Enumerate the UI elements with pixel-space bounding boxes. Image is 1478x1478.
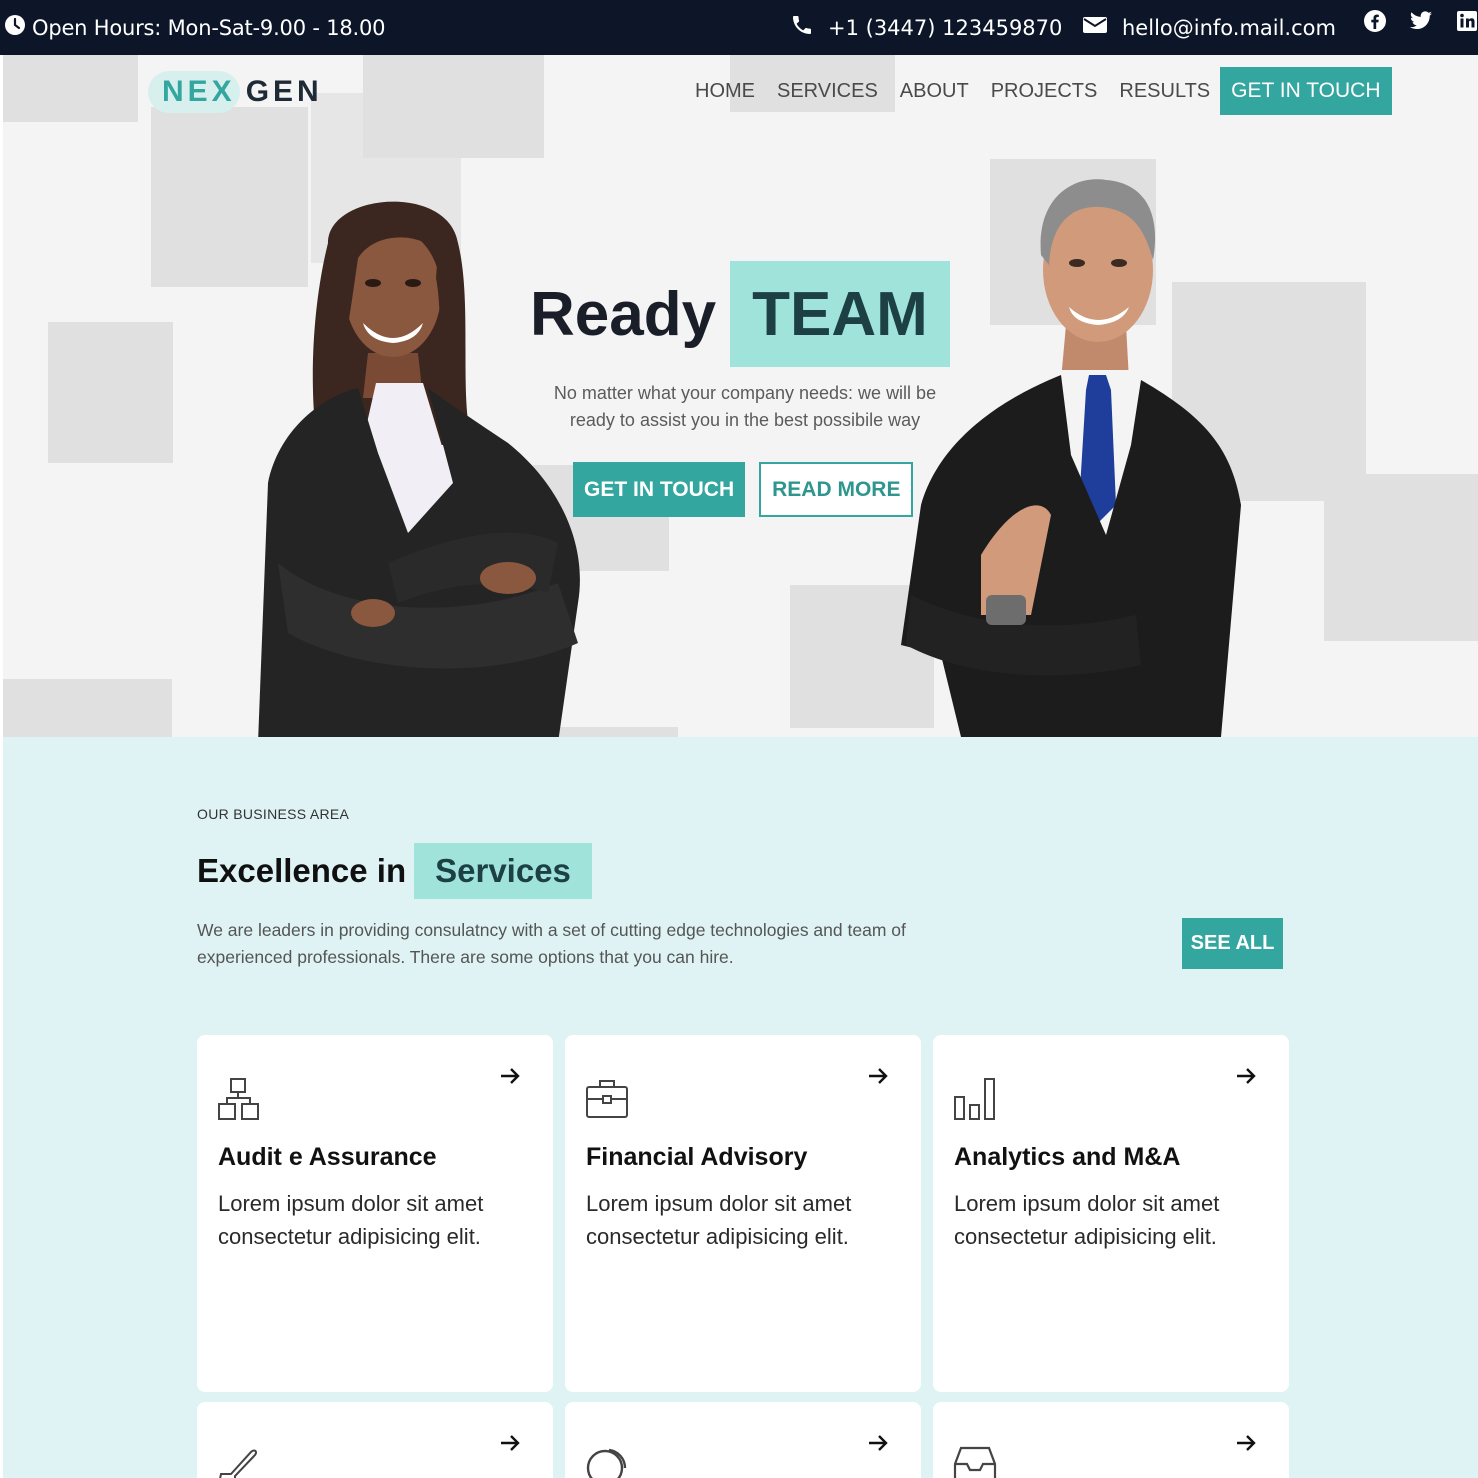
service-card-4[interactable] bbox=[197, 1402, 553, 1478]
section-title-highlight: Services bbox=[414, 843, 592, 899]
card-title: Analytics and M&A bbox=[954, 1143, 1181, 1171]
bar-chart-icon bbox=[954, 1078, 995, 1120]
clock-icon bbox=[4, 14, 26, 41]
social-links bbox=[1362, 8, 1478, 34]
background-square bbox=[3, 679, 172, 737]
read-more-button[interactable]: READ MORE bbox=[759, 462, 914, 517]
get-in-touch-button[interactable]: GET IN TOUCH bbox=[573, 462, 746, 517]
see-all-button[interactable]: SEE ALL bbox=[1182, 918, 1283, 969]
card-title: Audit e Assurance bbox=[218, 1143, 437, 1171]
section-eyebrow: OUR BUSINESS AREA bbox=[197, 806, 350, 822]
section-title: Excellence in Services bbox=[197, 843, 592, 899]
service-card-6[interactable] bbox=[933, 1402, 1289, 1478]
hero-buttons: GET IN TOUCH READ MORE bbox=[573, 462, 914, 517]
logo[interactable]: NEX GEN bbox=[148, 69, 323, 115]
mail-icon bbox=[1082, 15, 1108, 40]
hero-subtitle: No matter what your company needs: we wi… bbox=[553, 383, 937, 430]
hero-section: NEX GEN HOME SERVICES ABOUT PROJECTS RES… bbox=[3, 55, 1478, 737]
arrow-right-icon[interactable] bbox=[499, 1432, 521, 1454]
logo-text-primary: NEX bbox=[162, 75, 236, 108]
arrow-right-icon[interactable] bbox=[867, 1065, 889, 1087]
email-address: hello@info.mail.com bbox=[1122, 15, 1336, 40]
phone-number: +1 (3447) 123459870 bbox=[828, 15, 1063, 40]
nav-item-services[interactable]: SERVICES bbox=[777, 80, 878, 103]
plane-icon bbox=[219, 1449, 258, 1478]
arrow-right-icon[interactable] bbox=[867, 1432, 889, 1454]
linkedin-icon[interactable] bbox=[1454, 8, 1478, 34]
open-hours: Open Hours: Mon-Sat-9.00 - 18.00 bbox=[4, 0, 386, 55]
arrow-right-icon[interactable] bbox=[1235, 1065, 1257, 1087]
briefcase-icon bbox=[586, 1080, 628, 1118]
nav-item-results[interactable]: RESULTS bbox=[1119, 80, 1210, 103]
background-square bbox=[3, 55, 138, 122]
service-card-financial[interactable]: Financial Advisory Lorem ipsum dolor sit… bbox=[565, 1035, 921, 1392]
arrow-right-icon[interactable] bbox=[1235, 1432, 1257, 1454]
sitemap-icon bbox=[218, 1078, 259, 1120]
services-section: OUR BUSINESS AREA Excellence in Services… bbox=[3, 737, 1478, 1478]
hero-title: Ready TEAM bbox=[530, 260, 950, 368]
section-title-text: Excellence in bbox=[197, 852, 407, 889]
phone-icon bbox=[790, 13, 814, 42]
circle-icon bbox=[586, 1448, 627, 1478]
service-card-audit[interactable]: Audit e Assurance Lorem ipsum dolor sit … bbox=[197, 1035, 553, 1392]
card-text: Lorem ipsum dolor sit amet consectetur a… bbox=[218, 1191, 484, 1249]
service-card-5[interactable] bbox=[565, 1402, 921, 1478]
nav-get-in-touch-button[interactable]: GET IN TOUCH bbox=[1220, 67, 1392, 115]
inbox-icon bbox=[953, 1446, 997, 1478]
nav-item-about[interactable]: ABOUT bbox=[900, 80, 969, 103]
background-square bbox=[1324, 474, 1478, 641]
card-text: Lorem ipsum dolor sit amet consectetur a… bbox=[586, 1191, 852, 1249]
top-bar: Open Hours: Mon-Sat-9.00 - 18.00 +1 (344… bbox=[0, 0, 1478, 55]
twitter-icon[interactable] bbox=[1408, 8, 1434, 34]
background-square bbox=[363, 55, 544, 158]
card-text: Lorem ipsum dolor sit amet consectetur a… bbox=[954, 1191, 1220, 1249]
arrow-right-icon[interactable] bbox=[499, 1065, 521, 1087]
card-title: Financial Advisory bbox=[586, 1143, 808, 1171]
facebook-icon[interactable] bbox=[1362, 8, 1388, 34]
section-description: We are leaders in providing consulatncy … bbox=[197, 920, 906, 967]
phone-link[interactable]: +1 (3447) 123459870 bbox=[790, 0, 1062, 55]
open-hours-text: Open Hours: Mon-Sat-9.00 - 18.00 bbox=[32, 15, 386, 40]
hero-title-highlight: TEAM bbox=[730, 261, 950, 367]
businessman-photo bbox=[901, 179, 1241, 737]
nav-item-projects[interactable]: PROJECTS bbox=[991, 80, 1098, 103]
service-card-analytics[interactable]: Analytics and M&A Lorem ipsum dolor sit … bbox=[933, 1035, 1289, 1392]
logo-text-secondary: GEN bbox=[245, 75, 323, 108]
nav-item-home[interactable]: HOME bbox=[695, 80, 755, 103]
hero-title-text: Ready bbox=[530, 279, 717, 349]
background-square bbox=[48, 322, 173, 463]
email-link[interactable]: hello@info.mail.com bbox=[1082, 0, 1336, 55]
main-nav: HOME SERVICES ABOUT PROJECTS RESULTS GET… bbox=[695, 67, 1392, 115]
